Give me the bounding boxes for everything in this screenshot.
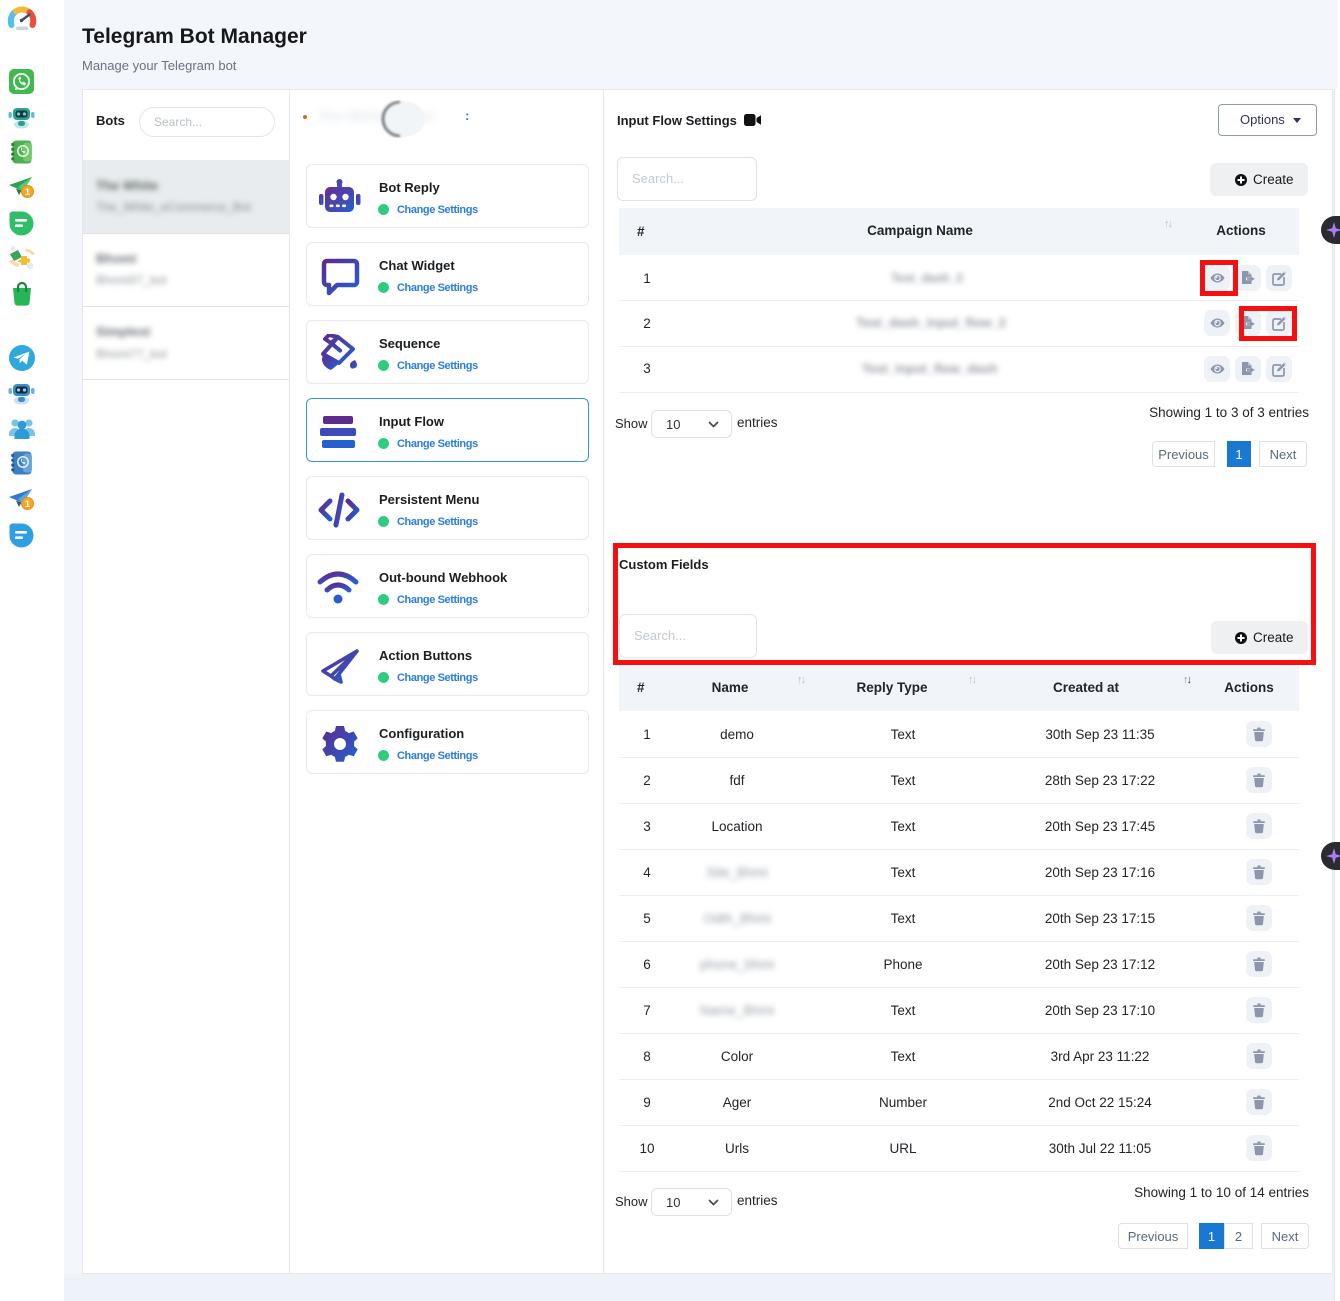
svg-text:1: 1 — [25, 187, 30, 197]
svg-text:1: 1 — [25, 499, 30, 509]
